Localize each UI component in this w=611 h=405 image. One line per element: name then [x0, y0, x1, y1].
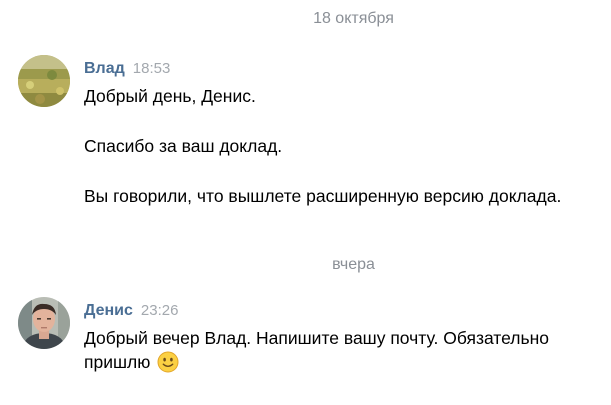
author-name[interactable]: Денис	[84, 302, 133, 319]
message-line-text: пришлю	[84, 352, 151, 372]
message-time: 18:53	[132, 60, 171, 77]
message-text: Добрый вечер Влад. Напишите вашу почту. …	[84, 326, 604, 379]
message-paragraph: Спасибо за ваш доклад.	[84, 136, 283, 156]
avatar[interactable]	[18, 55, 70, 107]
message-time: 23:26	[140, 302, 179, 319]
message-text: Добрый день, Денис. Спасибо за ваш докла…	[84, 84, 604, 208]
message-line-with-emoji: пришлю	[84, 350, 604, 379]
landscape-avatar-icon	[18, 55, 70, 107]
author-name[interactable]: Влад	[84, 60, 125, 77]
message-paragraph: Добрый день, Денис.	[84, 86, 256, 106]
message-paragraph: Вы говорили, что вышлете расширенную вер…	[84, 186, 562, 206]
message-header: Влад 18:53	[84, 60, 170, 78]
message-header: Денис 23:26	[84, 302, 178, 320]
slightly-smiling-face-icon	[157, 351, 179, 379]
person-photo-avatar-icon	[18, 297, 70, 349]
avatar[interactable]	[18, 297, 70, 349]
date-divider: вчера	[332, 256, 375, 273]
date-divider: 18 октября	[313, 10, 394, 27]
message-line: Добрый вечер Влад. Напишите вашу почту. …	[84, 328, 550, 348]
